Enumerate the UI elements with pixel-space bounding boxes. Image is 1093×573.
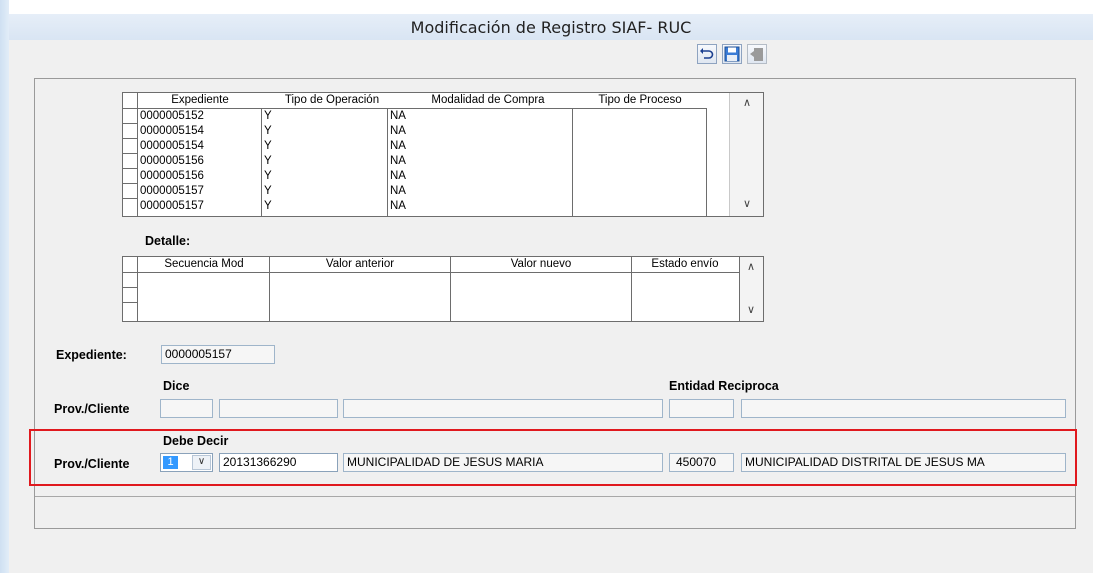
debe-decir-name-field[interactable]: MUNICIPALIDAD DE JESUS MARIA <box>343 453 663 472</box>
detail-header-valor-nuevo[interactable]: Valor nuevo <box>451 257 631 272</box>
footer-divider <box>35 496 1075 497</box>
table-cell[interactable]: 0000005157 <box>140 200 204 212</box>
dice-prov-cliente-label: Prov./Cliente <box>54 402 130 416</box>
detail-scroll-down-icon[interactable]: ∨ <box>741 303 761 316</box>
window-title: Modificación de Registro SIAF- RUC <box>410 18 692 37</box>
dice-entidad-code-field[interactable] <box>669 399 734 418</box>
window: Modificación de Registro SIAF- RUC Exped… <box>0 0 1093 573</box>
save-button[interactable] <box>722 44 742 64</box>
dice-entidad-name-field[interactable] <box>741 399 1066 418</box>
exit-button[interactable] <box>747 44 767 64</box>
expediente-field[interactable]: 0000005157 <box>161 345 275 364</box>
dice-ruc-field[interactable] <box>219 399 338 418</box>
title-bar: Modificación de Registro SIAF- RUC <box>9 14 1093 40</box>
detail-grid[interactable]: Secuencia Mod Valor anterior Valor nuevo… <box>122 256 764 322</box>
detail-header-estado-envio[interactable]: Estado envío <box>632 257 738 272</box>
main-grid-scrollbar[interactable]: ∧ ∨ <box>729 93 763 216</box>
table-cell[interactable]: NA <box>390 185 406 197</box>
debe-decir-ruc-field[interactable]: 20131366290 <box>219 453 338 472</box>
table-cell[interactable]: 0000005157 <box>140 185 204 197</box>
table-cell[interactable]: NA <box>390 110 406 122</box>
dice-name-field[interactable] <box>343 399 663 418</box>
undo-button[interactable] <box>697 44 717 64</box>
debe-decir-prov-cliente-label: Prov./Cliente <box>54 457 130 471</box>
table-cell[interactable]: Y <box>264 200 272 212</box>
table-cell[interactable]: Y <box>264 140 272 152</box>
table-cell[interactable]: NA <box>390 155 406 167</box>
table-cell[interactable]: 0000005156 <box>140 170 204 182</box>
table-cell[interactable]: 0000005152 <box>140 110 204 122</box>
table-cell[interactable]: NA <box>390 125 406 137</box>
table-cell[interactable]: NA <box>390 170 406 182</box>
select-selected-value: 1 <box>163 456 178 469</box>
column-header-modalidad-compra[interactable]: Modalidad de Compra <box>403 93 573 108</box>
detail-header-valor-anterior[interactable]: Valor anterior <box>270 257 450 272</box>
exit-door-icon <box>750 48 763 61</box>
table-cell[interactable]: 0000005154 <box>140 125 204 137</box>
detail-grid-scrollbar[interactable]: ∧ ∨ <box>740 257 763 321</box>
column-header-tipo-proceso[interactable]: Tipo de Proceso <box>573 93 707 108</box>
left-window-strip <box>0 0 9 573</box>
column-header-expediente[interactable]: Expediente <box>139 93 261 108</box>
table-cell[interactable]: Y <box>264 155 272 167</box>
expediente-label: Expediente: <box>56 348 127 362</box>
detail-header-secuencia-mod[interactable]: Secuencia Mod <box>139 257 269 272</box>
table-cell[interactable]: Y <box>264 170 272 182</box>
debe-decir-entidad-code-field[interactable]: 450070 <box>669 453 734 472</box>
table-cell[interactable]: 0000005156 <box>140 155 204 167</box>
debe-decir-tipo-select[interactable]: 1 ∨ <box>160 453 213 472</box>
floppy-disk-icon <box>724 46 740 62</box>
detail-label: Detalle: <box>145 234 191 248</box>
table-cell[interactable]: Y <box>264 125 272 137</box>
entidad-reciproca-label: Entidad Reciproca <box>669 379 779 393</box>
chevron-down-icon[interactable]: ∨ <box>192 455 211 470</box>
table-cell[interactable]: Y <box>264 185 272 197</box>
column-header-tipo-operacion[interactable]: Tipo de Operación <box>262 93 402 108</box>
dice-tipo-field[interactable] <box>160 399 213 418</box>
table-cell[interactable]: 0000005154 <box>140 140 204 152</box>
dice-label: Dice <box>163 379 190 393</box>
table-cell[interactable]: NA <box>390 200 406 212</box>
table-cell[interactable]: Y <box>264 110 272 122</box>
main-grid[interactable]: Expediente Tipo de Operación Modalidad d… <box>122 92 764 217</box>
scroll-up-icon[interactable]: ∧ <box>737 96 757 109</box>
detail-scroll-up-icon[interactable]: ∧ <box>741 260 761 273</box>
debe-decir-entidad-name-field[interactable]: MUNICIPALIDAD DISTRITAL DE JESUS MA <box>741 453 1066 472</box>
undo-icon <box>700 48 714 59</box>
debe-decir-label: Debe Decir <box>163 434 229 448</box>
table-cell[interactable]: NA <box>390 140 406 152</box>
scroll-down-icon[interactable]: ∨ <box>737 197 757 210</box>
